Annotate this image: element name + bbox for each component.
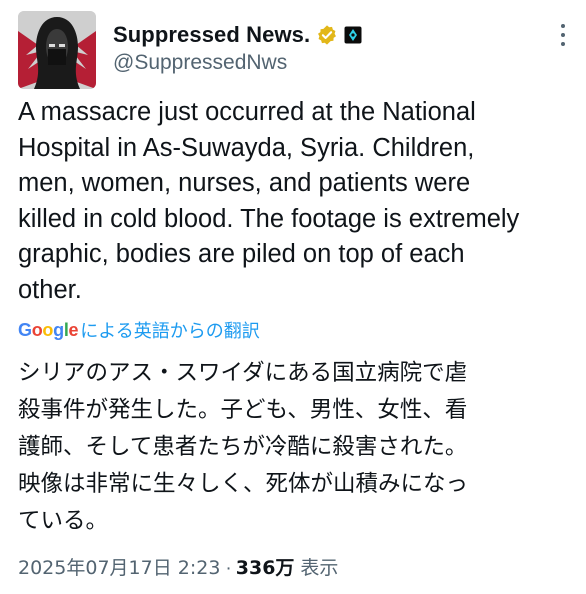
avatar[interactable] xyxy=(18,11,96,89)
handle[interactable]: @SuppressedNws xyxy=(113,51,287,75)
translation-attribution[interactable]: Google による英語からの翻訳 xyxy=(18,317,260,343)
verified-badge-icon[interactable] xyxy=(316,24,338,46)
affiliate-badge-icon[interactable] xyxy=(344,26,362,44)
tweet-meta: 2025年07月17日 2:23 · 336万 表示 xyxy=(18,553,338,580)
display-name[interactable]: Suppressed News. xyxy=(113,22,310,48)
tweet-text: A massacre just occurred at the National… xyxy=(18,98,520,304)
translated-text: シリアのアス・スワイダにある国立病院で虐 殺事件が発生した。子ども、男性、女性、… xyxy=(18,360,469,534)
views-count: 336万 xyxy=(235,557,295,579)
author-name-row: Suppressed News. xyxy=(113,22,362,48)
timestamp[interactable]: 2025年07月17日 2:23 xyxy=(18,553,220,580)
meta-separator: · xyxy=(225,558,232,579)
views-label: 表示 xyxy=(300,557,339,579)
more-options-icon[interactable] xyxy=(554,24,572,46)
google-logo-icon: Google xyxy=(18,319,79,340)
translation-label[interactable]: による英語からの翻訳 xyxy=(80,317,259,343)
hooded-figure-avatar-icon xyxy=(18,11,96,89)
